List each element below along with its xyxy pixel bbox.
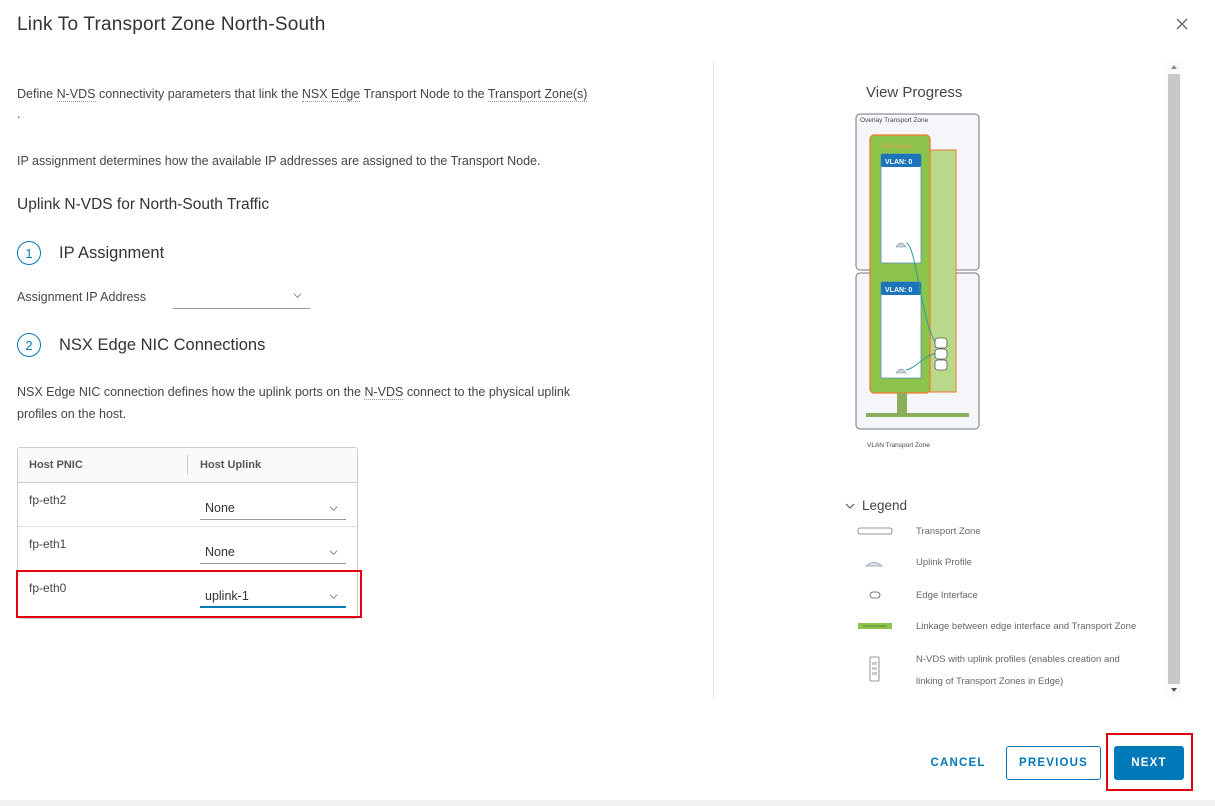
vlan-badge: VLAN: 0: [885, 159, 912, 166]
column-header-host-pnic: Host PNIC: [29, 459, 83, 471]
linkage-icon: [858, 623, 892, 629]
transport-zone-icon: [857, 527, 893, 535]
legend-nvds-label-line1: N-VDS with uplink profiles (enables crea…: [916, 654, 1120, 665]
vlan-badge: VLAN: 0: [885, 287, 912, 294]
step-number: 1: [17, 241, 41, 265]
table-header: Host PNIC Host Uplink: [18, 448, 357, 483]
legend-nvds-label-line2: linking of Transport Zones in Edge): [916, 676, 1064, 687]
step-label: IP Assignment: [59, 243, 165, 262]
assignment-ip-select[interactable]: [173, 287, 310, 309]
host-pnic-cell: fp-eth1: [29, 537, 67, 551]
legend-title: Legend: [862, 498, 908, 513]
column-header-host-uplink: Host Uplink: [200, 459, 262, 471]
scrollbar-thumb[interactable]: [1168, 74, 1180, 684]
nic-desc-text: connect to the physical uplink: [403, 385, 571, 399]
cancel-button[interactable]: CANCEL: [918, 746, 998, 780]
intro-text: Transport Node to the: [360, 87, 488, 101]
legend-uplink-profile-label: Uplink Profile: [916, 557, 972, 568]
scroll-up-icon[interactable]: [1169, 62, 1179, 72]
dialog-title: Link To Transport Zone North-South: [17, 14, 326, 35]
chevron-down-icon: [293, 293, 302, 298]
previous-button[interactable]: PREVIOUS: [1006, 746, 1101, 780]
nic-description: NSX Edge NIC connection defines how the …: [17, 385, 571, 400]
vlan-zone-label: VLAN Transport Zone: [867, 442, 930, 449]
step-nic-connections: 2 NSX Edge NIC Connections: [17, 333, 265, 357]
column-separator[interactable]: [187, 455, 188, 475]
ip-assignment-description: IP assignment determines how the availab…: [17, 154, 541, 168]
nic-description-line2: profiles on the host.: [17, 407, 127, 421]
view-progress-title: View Progress: [866, 84, 963, 101]
bottom-strip: [0, 800, 1215, 806]
host-pnic-cell: fp-eth2: [29, 493, 67, 507]
transport-zone-term[interactable]: Transport Zone(s): [487, 87, 588, 102]
legend-transport-zone-label: Transport Zone: [916, 526, 981, 537]
close-icon[interactable]: [1174, 16, 1190, 32]
assignment-ip-label: Assignment IP Address: [17, 290, 147, 304]
host-uplink-select[interactable]: None: [200, 496, 346, 520]
highlight-box-next: [1106, 733, 1193, 791]
nvds-term[interactable]: N-VDS: [364, 385, 404, 400]
nsx-edge-term[interactable]: NSX Edge: [301, 87, 361, 102]
nvds-icon: [869, 656, 880, 682]
nic-desc-text: NSX Edge NIC connection defines how the …: [17, 385, 365, 399]
chevron-down-icon: [845, 503, 855, 509]
step-number: 2: [17, 333, 41, 357]
edge-interface-icon: [869, 591, 881, 599]
chevron-down-icon: [329, 550, 338, 555]
scroll-down-icon[interactable]: [1169, 685, 1179, 695]
host-uplink-value: None: [205, 545, 235, 559]
intro-period: .: [17, 107, 21, 121]
highlight-box-fp-eth0: [16, 570, 362, 618]
intro-paragraph: Define N-VDS connectivity parameters tha…: [17, 87, 588, 102]
host-uplink-select[interactable]: None: [200, 540, 346, 564]
nsx-edge-label: NSX Edge: [881, 143, 912, 150]
progress-diagram: Overlay Transport Zone NSX Edge VLAN: 0 …: [855, 113, 981, 458]
panel-divider: [713, 60, 714, 700]
legend-edge-interface-label: Edge Interface: [916, 590, 978, 601]
step-label: NSX Edge NIC Connections: [59, 335, 266, 354]
uplink-section-title: Uplink N-VDS for North-South Traffic: [17, 196, 270, 213]
overlay-zone-label: Overlay Transport Zone: [860, 117, 929, 124]
legend-toggle[interactable]: Legend: [845, 498, 907, 513]
nvds-term[interactable]: N-VDS: [56, 87, 96, 102]
intro-text: connectivity parameters that link the: [95, 87, 302, 101]
intro-text: Define: [17, 87, 57, 101]
transport-zone-diagram: Overlay Transport Zone NSX Edge VLAN: 0 …: [855, 113, 980, 449]
step-ip-assignment: 1 IP Assignment: [17, 241, 164, 265]
legend-linkage-label: Linkage between edge interface and Trans…: [916, 621, 1137, 632]
chevron-down-icon: [329, 506, 338, 511]
table-row: fp-eth1 None: [18, 527, 357, 571]
host-uplink-value: None: [205, 501, 235, 515]
modal-dialog: Link To Transport Zone North-South Defin…: [0, 0, 1215, 806]
uplink-profile-icon: [865, 562, 883, 567]
table-row: fp-eth2 None: [18, 483, 357, 527]
